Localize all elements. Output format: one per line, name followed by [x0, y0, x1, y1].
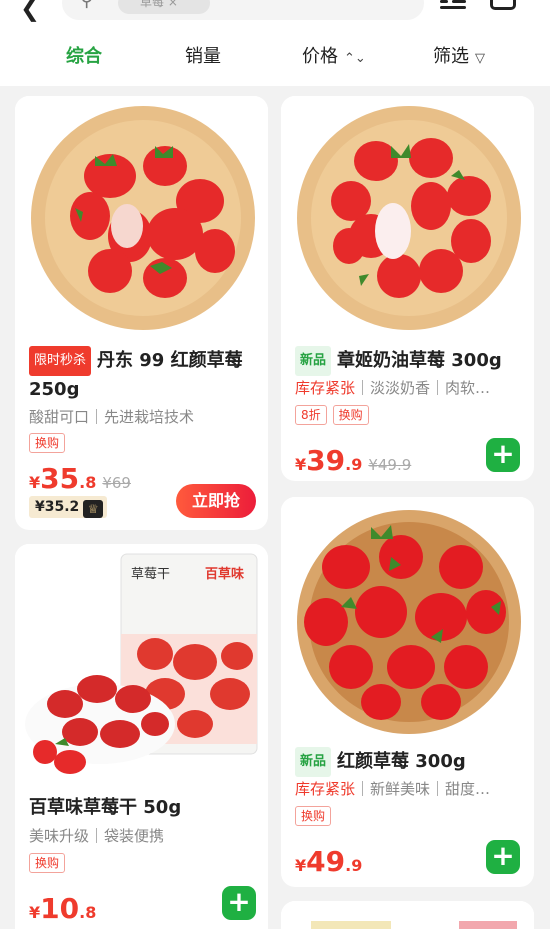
plus-icon: +	[491, 437, 515, 470]
exchange-badge: 换购	[332, 405, 369, 425]
product-price: ¥35.8 ¥69	[29, 462, 131, 495]
flash-sale-tag: 限时秒杀	[29, 346, 92, 376]
new-tag: 新品	[295, 747, 332, 777]
package-brand: 百草味	[205, 566, 244, 582]
product-card[interactable]: 限时秒杀 丹东 99 红颜草莓 250g 酸甜可口｜先进栽培技术 换购 ¥35.8…	[15, 96, 268, 530]
member-crown-icon: ♕	[83, 500, 104, 518]
product-badges: 换购	[29, 852, 71, 873]
product-image	[281, 901, 534, 929]
product-title: 新品 章姬奶油草莓 300g	[295, 346, 524, 376]
low-stock-label: 库存紧张	[295, 780, 356, 798]
product-image	[15, 96, 268, 341]
product-desc: 酸甜可口｜先进栽培技术	[29, 408, 195, 426]
exchange-badge: 换购	[29, 853, 66, 873]
product-desc: 库存紧张｜淡淡奶香｜肉软…	[295, 379, 491, 397]
product-price: ¥10.8	[29, 892, 97, 925]
product-title: 限时秒杀 丹东 99 红颜草莓 250g	[29, 346, 258, 404]
add-to-cart-button[interactable]: +	[222, 886, 256, 920]
product-badges: 换购	[29, 432, 71, 453]
original-price: ¥69	[102, 474, 131, 492]
product-image	[281, 497, 534, 742]
add-to-cart-button[interactable]: +	[486, 840, 520, 874]
sort-arrows-icon: ⌃⌄	[344, 51, 366, 66]
product-badges: 换购	[295, 805, 337, 826]
search-icon: ⚲	[80, 0, 94, 11]
member-price: ¥35.2 ♕	[29, 496, 108, 518]
top-bar: ❮ ⚲ 草莓 ×	[0, 0, 550, 24]
product-desc: 库存紧张｜新鲜美味｜甜度…	[295, 780, 491, 798]
filter-funnel-icon: ▽	[475, 51, 485, 66]
original-price: ¥49.9	[368, 456, 412, 474]
exchange-badge: 换购	[29, 433, 66, 453]
product-title: 新品 红颜草莓 300g	[295, 747, 524, 777]
low-stock-label: 库存紧张	[295, 379, 356, 397]
tab-filter[interactable]: 筛选 ▽	[433, 42, 485, 68]
tab-price[interactable]: 价格 ⌃⌄	[302, 42, 366, 68]
product-badges: 8折 换购	[295, 404, 375, 425]
add-to-cart-button[interactable]: +	[486, 438, 520, 472]
product-card[interactable]: 新品 章姬奶油草莓 300g 库存紧张｜淡淡奶香｜肉软… 8折 换购 ¥39.9 ¥4…	[281, 96, 534, 481]
search-bar[interactable]: ⚲ 草莓 ×	[62, 0, 424, 20]
package-text: 草莓干	[131, 567, 170, 582]
plus-icon: +	[227, 885, 251, 918]
chevron-left-icon[interactable]: ❮	[20, 0, 40, 22]
list-view-icon[interactable]	[440, 0, 466, 10]
product-price: ¥49.9	[295, 845, 363, 878]
buy-now-button[interactable]: 立即抢	[176, 484, 256, 518]
product-card[interactable]: 新品 红颜草莓 300g 库存紧张｜新鲜美味｜甜度… 换购 ¥49.9 +	[281, 497, 534, 887]
product-image	[281, 96, 534, 341]
product-title: 百草味草莓干 50g	[29, 797, 182, 818]
tab-comprehensive[interactable]: 综合	[66, 42, 102, 68]
exchange-badge: 换购	[295, 806, 332, 826]
product-price: ¥39.9 ¥49.9	[295, 444, 412, 477]
search-keyword-chip[interactable]: 草莓 ×	[118, 0, 210, 14]
discount-badge: 8折	[295, 405, 327, 425]
tab-sales[interactable]: 销量	[185, 42, 221, 68]
product-card[interactable]: 草莓干 百草味 百草味草莓干 50g 美味升级｜袋装便携 换购 ¥10.8 +	[15, 544, 268, 929]
new-tag: 新品	[295, 346, 332, 376]
plus-icon: +	[491, 839, 515, 872]
product-card[interactable]	[281, 901, 534, 929]
cart-icon[interactable]	[490, 0, 516, 10]
product-desc: 美味升级｜袋装便携	[29, 827, 165, 845]
product-image: 草莓干 百草味	[15, 544, 268, 789]
filter-tabs: 综合 销量 价格 ⌃⌄ 筛选 ▽	[0, 24, 550, 86]
